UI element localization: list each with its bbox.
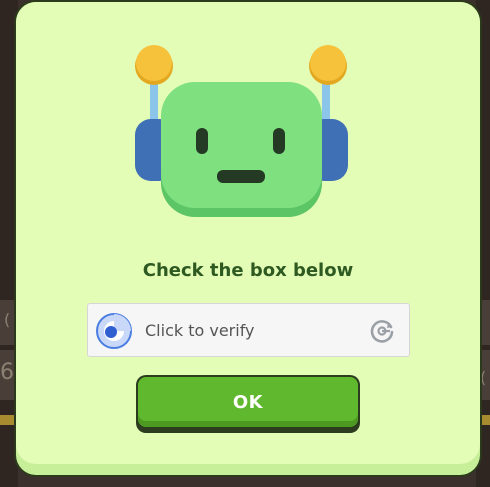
background-glyph: (: [4, 310, 11, 329]
robot-eye-left: [196, 128, 208, 154]
robot-illustration: [135, 45, 348, 217]
background-glyph: 6: [0, 360, 14, 385]
modal-title: Check the box below: [142, 260, 354, 281]
recaptcha-logo-icon: [370, 320, 394, 343]
background-glyph: (: [480, 368, 487, 387]
recaptcha-checkbox-icon[interactable]: [96, 313, 132, 349]
captcha-widget[interactable]: Click to verify: [87, 303, 410, 357]
ok-button[interactable]: OK: [138, 377, 358, 427]
modal-body: Check the box below Click to verify OK: [16, 2, 480, 464]
captcha-label: Click to verify: [145, 321, 255, 340]
robot-head: [161, 82, 322, 208]
verification-modal: Check the box below Click to verify OK: [16, 2, 480, 475]
robot-mouth: [217, 170, 265, 183]
robot-eye-right: [273, 128, 285, 154]
